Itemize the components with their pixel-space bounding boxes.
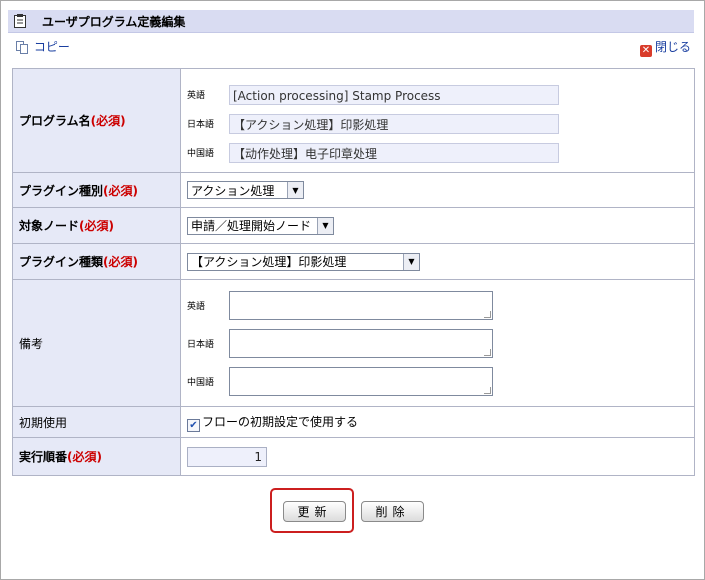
title-bar: ユーザプログラム定義編集 bbox=[8, 10, 694, 33]
required-mark: (必須) bbox=[90, 114, 126, 128]
plugin-type-label: プラグイン種類(必須) bbox=[12, 243, 181, 280]
remarks-zh-textarea[interactable] bbox=[229, 366, 493, 396]
chevron-down-icon: ▼ bbox=[317, 217, 333, 234]
exec-order-row: 実行順番(必須) 1 bbox=[12, 437, 695, 476]
plugin-type-select[interactable]: 【アクション処理】印影処理 ▼ bbox=[187, 252, 420, 271]
remarks-label: 備考 bbox=[12, 279, 181, 407]
initial-use-row: 初期使用 ✔ フローの初期設定で使用する bbox=[12, 406, 695, 438]
lang-label-ja: 日本語 bbox=[187, 120, 215, 130]
target-node-row: 対象ノード(必須) 申請／処理開始ノード ▼ bbox=[12, 207, 695, 244]
close-label: 閉じる bbox=[654, 40, 691, 54]
target-node-select[interactable]: 申請／処理開始ノード ▼ bbox=[187, 216, 334, 235]
lang-label-en: 英語 bbox=[187, 91, 206, 101]
initial-use-checkbox[interactable]: ✔ bbox=[187, 418, 200, 432]
page-title: ユーザプログラム定義編集 bbox=[42, 15, 186, 29]
target-node-label: 対象ノード(必須) bbox=[12, 207, 181, 244]
close-button[interactable]: ✕ 閉じる bbox=[639, 38, 691, 57]
lang-label-zh: 中国語 bbox=[187, 149, 215, 159]
plugin-category-row: プラグイン種別(必須) アクション処理 ▼ bbox=[12, 172, 695, 208]
program-name-en-field[interactable]: [Action processing] Stamp Process bbox=[229, 84, 559, 105]
plugin-type-row: プラグイン種類(必須) 【アクション処理】印影処理 ▼ bbox=[12, 243, 695, 280]
initial-use-label: 初期使用 bbox=[12, 406, 181, 438]
exec-order-input[interactable]: 1 bbox=[187, 446, 267, 467]
lang-label-zh: 中国語 bbox=[187, 377, 215, 388]
program-name-row: プログラム名(必須) 英語 [Action processing] Stamp … bbox=[12, 68, 695, 173]
lang-label-en: 英語 bbox=[187, 301, 206, 312]
chevron-down-icon: ▼ bbox=[287, 182, 303, 198]
initial-use-checkbox-label: フローの初期設定で使用する bbox=[202, 414, 359, 429]
update-button[interactable]: 更新 bbox=[283, 501, 346, 522]
page-frame: ユーザプログラム定義編集 コピー ✕ 閉じる プログラム名(必須) 英語 [Act… bbox=[0, 0, 705, 580]
copy-button[interactable]: コピー bbox=[16, 38, 70, 55]
copy-label: コピー bbox=[33, 40, 70, 54]
exec-order-label: 実行順番(必須) bbox=[12, 437, 181, 476]
definition-form: プログラム名(必須) 英語 [Action processing] Stamp … bbox=[12, 68, 695, 476]
remarks-en-textarea[interactable] bbox=[229, 290, 493, 320]
close-icon: ✕ bbox=[639, 45, 652, 57]
program-name-ja-field[interactable]: 【アクション処理】印影処理 bbox=[229, 113, 559, 134]
clipboard-icon bbox=[14, 14, 26, 28]
lang-label-ja: 日本語 bbox=[187, 339, 215, 350]
plugin-category-label: プラグイン種別(必須) bbox=[12, 172, 181, 208]
remarks-row: 備考 英語 日本語 中国語 bbox=[12, 279, 695, 407]
toolbar: コピー ✕ 閉じる bbox=[8, 34, 694, 57]
remarks-ja-textarea[interactable] bbox=[229, 328, 493, 358]
copy-icon bbox=[16, 40, 34, 54]
plugin-category-select[interactable]: アクション処理 ▼ bbox=[187, 181, 304, 199]
program-name-label: プログラム名(必須) bbox=[12, 68, 181, 173]
chevron-down-icon: ▼ bbox=[403, 253, 419, 270]
program-name-zh-field[interactable]: 【动作处理】电子印章处理 bbox=[229, 142, 559, 163]
delete-button[interactable]: 削除 bbox=[361, 501, 424, 522]
